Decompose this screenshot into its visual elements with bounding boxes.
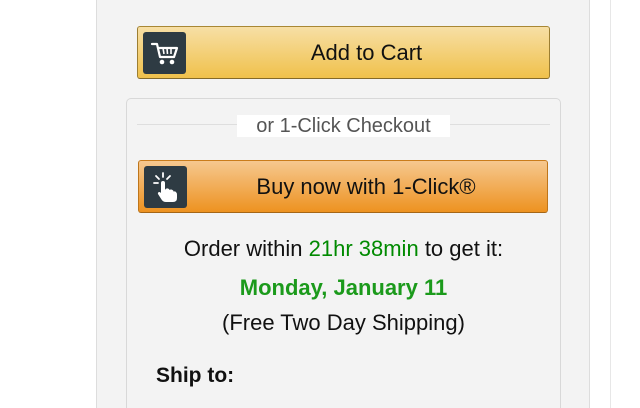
page-divider (610, 0, 611, 408)
ship-to-label: Ship to: (156, 364, 235, 387)
checkout-divider-text: or 1-Click Checkout (237, 115, 450, 137)
add-to-cart-label: Add to Cart (310, 39, 423, 65)
shipping-note: (Free Two Day Shipping) (222, 310, 465, 335)
tap-hand-icon (144, 166, 187, 208)
cart-icon (143, 32, 186, 74)
order-prefix: Order within (183, 236, 303, 261)
countdown-timer: 21hr 38min (308, 236, 419, 261)
buy-now-label: Buy now with 1-Click® (256, 173, 476, 199)
delivery-date: Monday, January 11 (239, 275, 448, 300)
add-to-cart-button[interactable]: Add to Cart (137, 26, 550, 79)
order-within-text: Order within 21hr 38min to get it: (126, 236, 561, 262)
buy-now-button[interactable]: Buy now with 1-Click® (138, 160, 548, 213)
order-suffix: to get it: (424, 236, 504, 261)
